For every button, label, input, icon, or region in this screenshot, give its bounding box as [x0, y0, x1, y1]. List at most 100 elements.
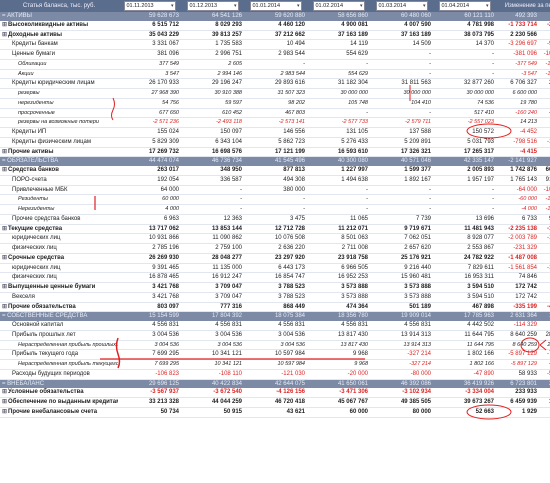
value-cell: 610 452 [181, 108, 244, 119]
table-row[interactable]: ⊞Текущие средства 13 717 062 13 853 144 12 … [0, 224, 550, 235]
table-row[interactable]: Основной капитал 4 556 831 4 556 831 4 556 … [0, 321, 550, 331]
value-cell: 494 308 [244, 175, 307, 186]
row-label: Расходы будущих периодов [0, 369, 118, 380]
table-row[interactable]: Нераспределенная прибыль прошлых лет 3 00… [0, 340, 550, 351]
table-row[interactable]: Акции 3 547 2 994 146 2 983 544 554 629- - -3 … [0, 69, 550, 80]
value-cell: 17 326 321 [370, 147, 433, 158]
section-row[interactable]: = Собственные средства 15 154 599 17 804 3… [0, 311, 550, 321]
value-cell: 1 802 166 [433, 349, 496, 360]
table-row[interactable]: ⊞Доходные активы 35 043 229 39 813 257 37 2… [0, 30, 550, 41]
table-row[interactable]: Ценные бумаги 381 096 2 996 751 2 983 544 55… [0, 49, 550, 60]
table-row[interactable]: Векселя 3 421 768 3 709 047 3 788 523 3 573 … [0, 292, 550, 303]
table-row[interactable]: Кредиты юридическим лицам 26 170 933 29 19… [0, 78, 550, 89]
row-label: Облигации [0, 59, 118, 70]
value-cell: - [181, 204, 244, 215]
chevron-down-icon: ▾ [170, 3, 174, 9]
value-cell: - [433, 49, 496, 60]
table-row[interactable]: ⊞Высоколиквидные активы 6 515 712 8 029 29… [0, 20, 550, 31]
section-row[interactable]: = Обязательства 44 474 074 46 736 734 41 54… [0, 156, 550, 166]
value-cell: 3 573 888 [370, 292, 433, 303]
value-cell: 44 044 259 [181, 397, 244, 408]
table-row[interactable]: Прибыль текущего года 7 699 295 10 341 121… [0, 349, 550, 360]
table-row[interactable]: ⊞Средства банков 263 017 348 950 877 813 1 2… [0, 166, 550, 176]
value-cell: -2 571 236 [118, 117, 181, 128]
table-row[interactable]: резервы 27 968 390 30 910 388 31 507 323 30 … [0, 88, 550, 99]
table-row[interactable]: Облигации377 5492 605-----377 549-100,0% [0, 59, 550, 70]
value-cell: - [244, 194, 307, 205]
value-cell: 4 556 831 [307, 321, 370, 331]
section-row[interactable]: = Внебаланс 29 696 125 40 422 834 42 644 07… [0, 379, 550, 389]
value-cell: -2 579 711 [370, 117, 433, 128]
table-row[interactable]: ⊞Прочие активы 17 269 732 16 698 576 17 121… [0, 147, 550, 158]
table-row[interactable]: ⊞Обеспечение по выданным кредитам 33 213 … [0, 397, 550, 408]
value-cell: 4 556 831 [118, 321, 181, 331]
row-label: физических лиц [0, 272, 118, 283]
table-row[interactable]: физических лиц 2 785 196 2 759 100 2 636 22… [0, 243, 550, 254]
value-cell: 33 213 328 [118, 397, 181, 408]
value-cell: 11 065 [307, 214, 370, 225]
table-row[interactable]: Прибыль прошлых лет 3 004 536 3 004 536 3 0… [0, 330, 550, 341]
table-row[interactable]: Нерезиденты4 000------4 000-100,0% [0, 204, 550, 215]
table-row[interactable]: юридических лиц 10 931 866 11 090 862 10 07… [0, 233, 550, 244]
table-row[interactable]: Привлеченные МБК 64 000-380 000- - - -64 000… [0, 185, 550, 196]
date-select-3[interactable]: 01.01.2014 ▾ [249, 1, 302, 11]
value-cell: 11 644 795 [433, 330, 496, 341]
table-row[interactable]: Кредиты ИП 155 024 150 097 146 556 131 105 13… [0, 127, 550, 138]
table-row[interactable]: Прочие средства банков 6 963 12 363 3 475 11… [0, 214, 550, 225]
value-cell: 35 043 229 [118, 30, 181, 41]
row-label: физических лиц [0, 243, 118, 254]
table-row[interactable]: Кредиты физическим лицам 5 829 309 6 343 1… [0, 137, 550, 148]
percent-cell: -100,0% [539, 204, 550, 215]
value-cell: 381 096 [118, 49, 181, 60]
value-cell: 10 076 508 [244, 233, 307, 244]
value-cell: 6 343 104 [181, 137, 244, 148]
table-row[interactable]: Резиденты60 000------60 000-100,0% [0, 194, 550, 205]
table-row[interactable]: ⊞Срочные средства 26 269 930 28 048 277 23 … [0, 253, 550, 264]
date-select-2[interactable]: 01.12.2013 ▾ [186, 1, 239, 11]
row-label: Нераспределенная прибыль прошлых лет [0, 340, 118, 351]
value-cell: 5 031 793 [433, 137, 496, 148]
value-cell: -80 000 [370, 369, 433, 380]
table-row[interactable]: Расходы будущих периодов -106 823 -108 110… [0, 369, 550, 380]
value-cell: 4 007 590 [370, 20, 433, 31]
date-select-6[interactable]: 01.04.2014 ▾ [438, 1, 491, 11]
chevron-down-icon: ▾ [422, 3, 426, 9]
value-cell: - [307, 185, 370, 196]
table-row[interactable]: ПОРО-счета 192 054 336 587 494 308 1 494 638… [0, 175, 550, 186]
date-select-4[interactable]: 01.02.2014 ▾ [312, 1, 365, 11]
table-row[interactable]: ⊞Прочие обязательства 803 097 777 316 868 4… [0, 302, 550, 313]
table-row[interactable]: нерезиденты 54 756 59 597 98 202 105 748 104 … [0, 98, 550, 109]
row-label: юридических лиц [0, 263, 118, 274]
value-cell: 4 556 831 [244, 321, 307, 331]
value-cell: 43 621 [244, 407, 307, 418]
value-cell: 9 968 [307, 349, 370, 360]
table-row[interactable]: физических лиц 16 878 465 16 912 247 16 854… [0, 272, 550, 283]
table-row[interactable]: Нераспределенная прибыль текущего года7 … [0, 359, 550, 370]
table-row[interactable]: резервы на возможные потери -2 571 236 -2 … [0, 117, 550, 128]
value-cell: 14 119 [307, 39, 370, 50]
table-row[interactable]: Кредиты банкам 3 331 067 1 735 583 10 494 14… [0, 39, 550, 50]
table-row[interactable]: просроченные 677 650 610 452 467 803- -517 4… [0, 108, 550, 119]
percent-cell: 662,6% [539, 166, 550, 176]
date-select-1[interactable]: 01.11.2013 ▾ [123, 1, 176, 11]
value-cell: 6 963 [118, 214, 181, 225]
value-cell: 1 802 166 [433, 359, 496, 370]
table-body: = Активы 59 628 673 64 541 126 59 620 880 58… [0, 12, 550, 418]
change-cell: -231 329 [496, 243, 539, 254]
value-cell: -327 214 [370, 359, 433, 370]
date-select-5[interactable]: 01.03.2014 ▾ [375, 1, 428, 11]
section-row[interactable]: = Активы 59 628 673 64 541 126 59 620 880 58… [0, 12, 550, 21]
value-cell: 11 481 943 [433, 224, 496, 235]
value-cell: 803 097 [118, 302, 181, 313]
value-cell: 17 121 199 [244, 147, 307, 158]
value-cell: 30 000 000 [307, 88, 370, 99]
table-row[interactable]: ⊞Выпущенные ценные бумаги 3 421 768 3 709 … [0, 282, 550, 293]
table-row[interactable]: юридических лиц 9 391 465 11 135 000 6 443 … [0, 263, 550, 274]
row-label: ПОРО-счета [0, 175, 118, 186]
table-row[interactable]: ⊞Прочие внебалансовые счета 50 734 50 915 4… [0, 407, 550, 418]
table-row[interactable]: ⊞Условные обязательства -3 567 937 -3 672 … [0, 388, 550, 399]
value-cell: 10 341 121 [181, 349, 244, 360]
row-label: Прочие средства банков [0, 214, 118, 225]
value-cell: 3 004 536 [181, 330, 244, 341]
value-cell: 39 813 257 [181, 30, 244, 41]
